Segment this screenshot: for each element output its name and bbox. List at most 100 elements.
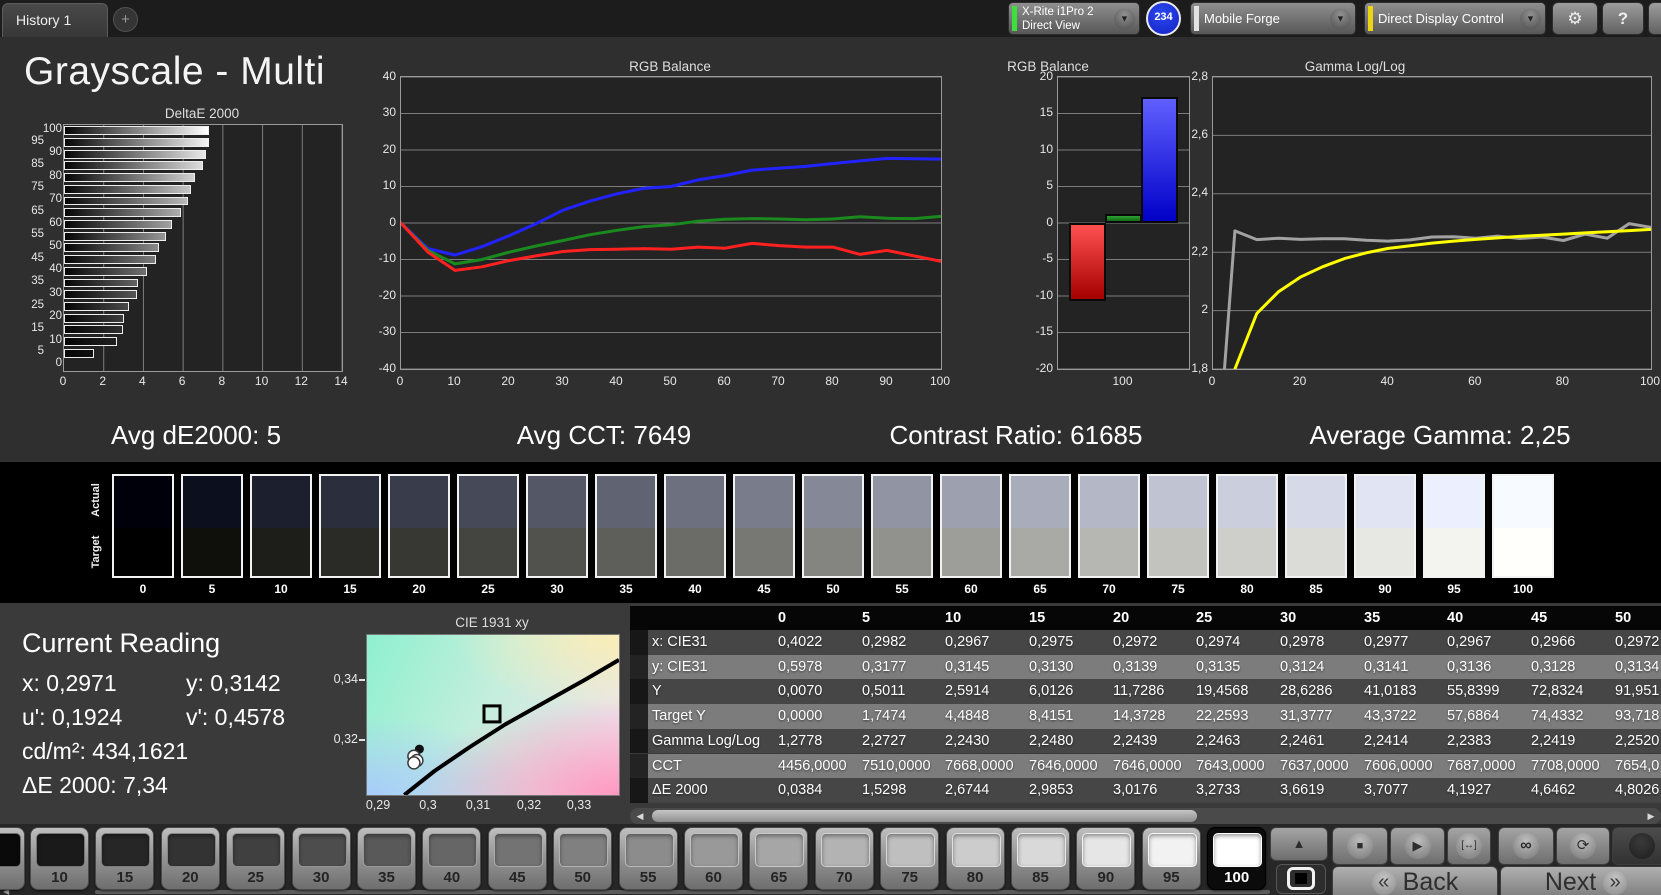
table-cell: 22,2593	[1196, 708, 1249, 725]
pattern-level-button[interactable]: 35	[357, 827, 416, 890]
pattern-level-label: 70	[835, 869, 853, 886]
display-control-dropdown[interactable]: Direct Display Control ▼	[1364, 2, 1546, 35]
pattern-level-button[interactable]	[0, 827, 25, 890]
table-scrollbar-thumb[interactable]	[652, 810, 1197, 822]
table-cell: 3,7077	[1364, 782, 1409, 799]
table-cell: 0,0000	[778, 708, 823, 725]
chevron-down-icon: ▼	[1520, 8, 1541, 29]
pattern-level-button[interactable]: 95	[1141, 827, 1201, 890]
rgb_balance_line-x-label: 50	[663, 374, 677, 388]
help-button[interactable]: ?	[1602, 2, 1644, 35]
next-button-label: Next	[1544, 868, 1597, 895]
strip-swatch-label: 10	[274, 582, 288, 596]
column-header: 25	[1196, 610, 1213, 626]
rgb-bar-y-label: 15	[1039, 105, 1053, 119]
pattern-level-label: 85	[1032, 869, 1049, 886]
add-tab-button[interactable]: +	[113, 7, 138, 32]
strip-swatch-actual	[1218, 476, 1276, 528]
pattern-level-button[interactable]: 70	[814, 827, 874, 890]
deltae-y-label: 25	[31, 298, 44, 311]
pattern-level-button[interactable]: 30	[291, 827, 351, 890]
strip-swatch-target	[666, 528, 724, 576]
table-cell: 0,0070	[778, 683, 823, 700]
table-cell: 0,2982	[862, 634, 907, 650]
row-gutter	[630, 728, 648, 754]
record-button[interactable]	[1612, 827, 1661, 865]
strip-swatch-label: 0	[139, 582, 147, 596]
scroll-right-icon[interactable]: ▶	[1643, 810, 1659, 822]
rgb_balance_line-x-label: 30	[555, 374, 569, 388]
stop-button[interactable]: ■	[1332, 827, 1388, 865]
pattern-level-button[interactable]: 10	[30, 827, 89, 890]
target-point-marker	[482, 704, 502, 724]
pattern-level-button[interactable]: 15	[95, 827, 155, 890]
pattern-level-button[interactable]: 90	[1076, 827, 1136, 890]
table-cell: 2,2480	[1029, 732, 1074, 749]
deltae-y-label: 60	[49, 216, 62, 229]
rgb-bar-red	[1069, 223, 1106, 302]
pattern-level-label: 25	[247, 869, 265, 886]
column-header: 5	[862, 610, 871, 626]
pattern-level-button[interactable]: 40	[422, 827, 482, 890]
pattern-level-label: 80	[966, 869, 984, 886]
pattern-level-button[interactable]: 20	[160, 827, 220, 890]
table-cell: 1,7474	[862, 708, 907, 725]
interval-button[interactable]: [↔]	[1447, 827, 1491, 865]
table-cell: 2,2520	[1615, 732, 1660, 749]
row-gutter	[630, 654, 648, 680]
tab-history-1[interactable]: History 1	[2, 3, 108, 37]
cie-x-tick: 0,29	[365, 798, 391, 812]
deltae-bar	[64, 290, 137, 300]
meter-dropdown[interactable]: X-Rite i1Pro 2 Direct View ▼	[1008, 2, 1140, 35]
pattern-window-button[interactable]	[1276, 864, 1326, 894]
pattern-level-button[interactable]: 25	[226, 827, 286, 890]
gamma-x-label: 80	[1555, 374, 1570, 388]
strip-swatch-target	[252, 528, 310, 576]
settings-button[interactable]: ⚙	[1552, 2, 1598, 35]
rgb-bar-y-label: -10	[1035, 287, 1053, 302]
table-cell: 0,3136	[1447, 658, 1492, 675]
collapse-panel-button[interactable]: ◀	[1648, 2, 1661, 35]
refresh-button[interactable]: ⟳	[1556, 827, 1610, 865]
strip-swatch-actual	[1011, 476, 1069, 528]
next-button[interactable]: Next »	[1500, 866, 1661, 895]
cie-x-tick: 0,32	[516, 798, 542, 812]
row-label: Target Y	[652, 708, 706, 725]
back-button[interactable]: « Back	[1332, 866, 1498, 895]
pattern-swatch	[1082, 833, 1132, 867]
continuous-read-button[interactable]: ∞	[1498, 827, 1554, 865]
infinity-icon: ∞	[1513, 833, 1539, 859]
strip-swatch	[250, 474, 312, 578]
rgb_balance_line-y-label: -30	[378, 324, 396, 338]
pattern-level-button[interactable]: 75	[880, 827, 940, 890]
scroll-left-icon[interactable]: ◀	[632, 810, 648, 822]
table-cell: 2,2383	[1447, 732, 1492, 749]
source-dropdown[interactable]: Mobile Forge ▼	[1190, 2, 1356, 35]
pattern-level-button[interactable]: 85	[1011, 827, 1070, 890]
table-cell: 8,4151	[1029, 708, 1074, 725]
table-cell: 7654,0	[1615, 757, 1660, 774]
pattern-level-button[interactable]: 65	[749, 827, 809, 890]
pattern-level-button[interactable]: 80	[945, 827, 1005, 890]
strip-swatch-actual	[942, 476, 1000, 528]
pattern-level-label: 50	[574, 869, 592, 886]
table-cell: 0,3134	[1615, 658, 1660, 675]
table-cell: 19,4568	[1196, 683, 1249, 700]
table-row: Gamma Log/Log 1,2778 2,2727 2,2430 2,2480 2,2…	[630, 728, 1661, 754]
column-header: 35	[1364, 610, 1381, 626]
table-cell: 0,2977	[1364, 634, 1409, 650]
play-button[interactable]: ▶	[1390, 827, 1445, 865]
stat-contrast-ratio: Contrast Ratio: 61685	[889, 420, 1143, 450]
table-scrollbar[interactable]: ◀ ▶	[630, 808, 1661, 824]
rgb_balance_line-x-label: 90	[879, 374, 893, 388]
gear-icon: ⚙	[1567, 9, 1583, 28]
row-gutter	[630, 630, 648, 655]
strip-swatch-label: 20	[412, 582, 426, 596]
dock-scrollbar[interactable]	[95, 890, 1270, 894]
dock-expand-button[interactable]: ▲	[1270, 827, 1328, 861]
pattern-level-button[interactable]: 100	[1207, 827, 1267, 890]
pattern-level-button[interactable]: 50	[553, 827, 613, 890]
pattern-level-button[interactable]: 55	[618, 827, 678, 890]
pattern-level-button[interactable]: 60	[684, 827, 743, 890]
pattern-level-button[interactable]: 45	[487, 827, 547, 890]
